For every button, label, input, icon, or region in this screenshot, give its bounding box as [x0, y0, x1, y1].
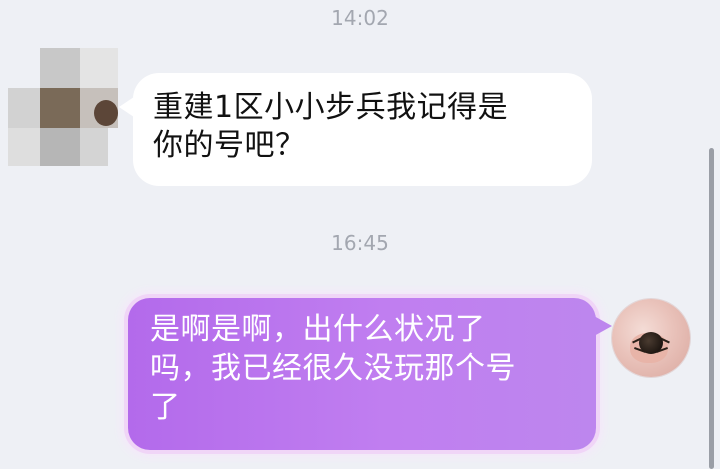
scrollbar[interactable] — [709, 148, 714, 469]
outgoing-message-bubble[interactable]: 是啊是啊，出什么状况了 吗，我已经很久没玩那个号 了 — [128, 298, 612, 450]
bubble-tail — [594, 316, 612, 336]
timestamp: 14:02 — [331, 6, 389, 30]
message-line: 了 — [150, 390, 181, 425]
message-line: 重建1区小小步兵我记得是 — [153, 90, 509, 125]
chat-conversation: 14:02 重建1区小小步兵我记得是 你的号吧？ 16:45 是啊是啊，出什么状… — [0, 0, 720, 469]
bubble-tail — [119, 95, 137, 119]
message-line: 你的号吧？ — [153, 128, 306, 163]
message-line: 是啊是啊，出什么状况了 — [150, 312, 486, 347]
beetle-shape — [639, 332, 663, 354]
message-line: 吗，我已经很久没玩那个号 — [150, 351, 516, 386]
beetle-in-hand-avatar-icon[interactable] — [612, 299, 690, 377]
timestamp: 16:45 — [331, 231, 389, 255]
blurred-avatar-icon[interactable] — [8, 48, 118, 166]
incoming-message-bubble[interactable]: 重建1区小小步兵我记得是 你的号吧？ — [119, 73, 592, 186]
